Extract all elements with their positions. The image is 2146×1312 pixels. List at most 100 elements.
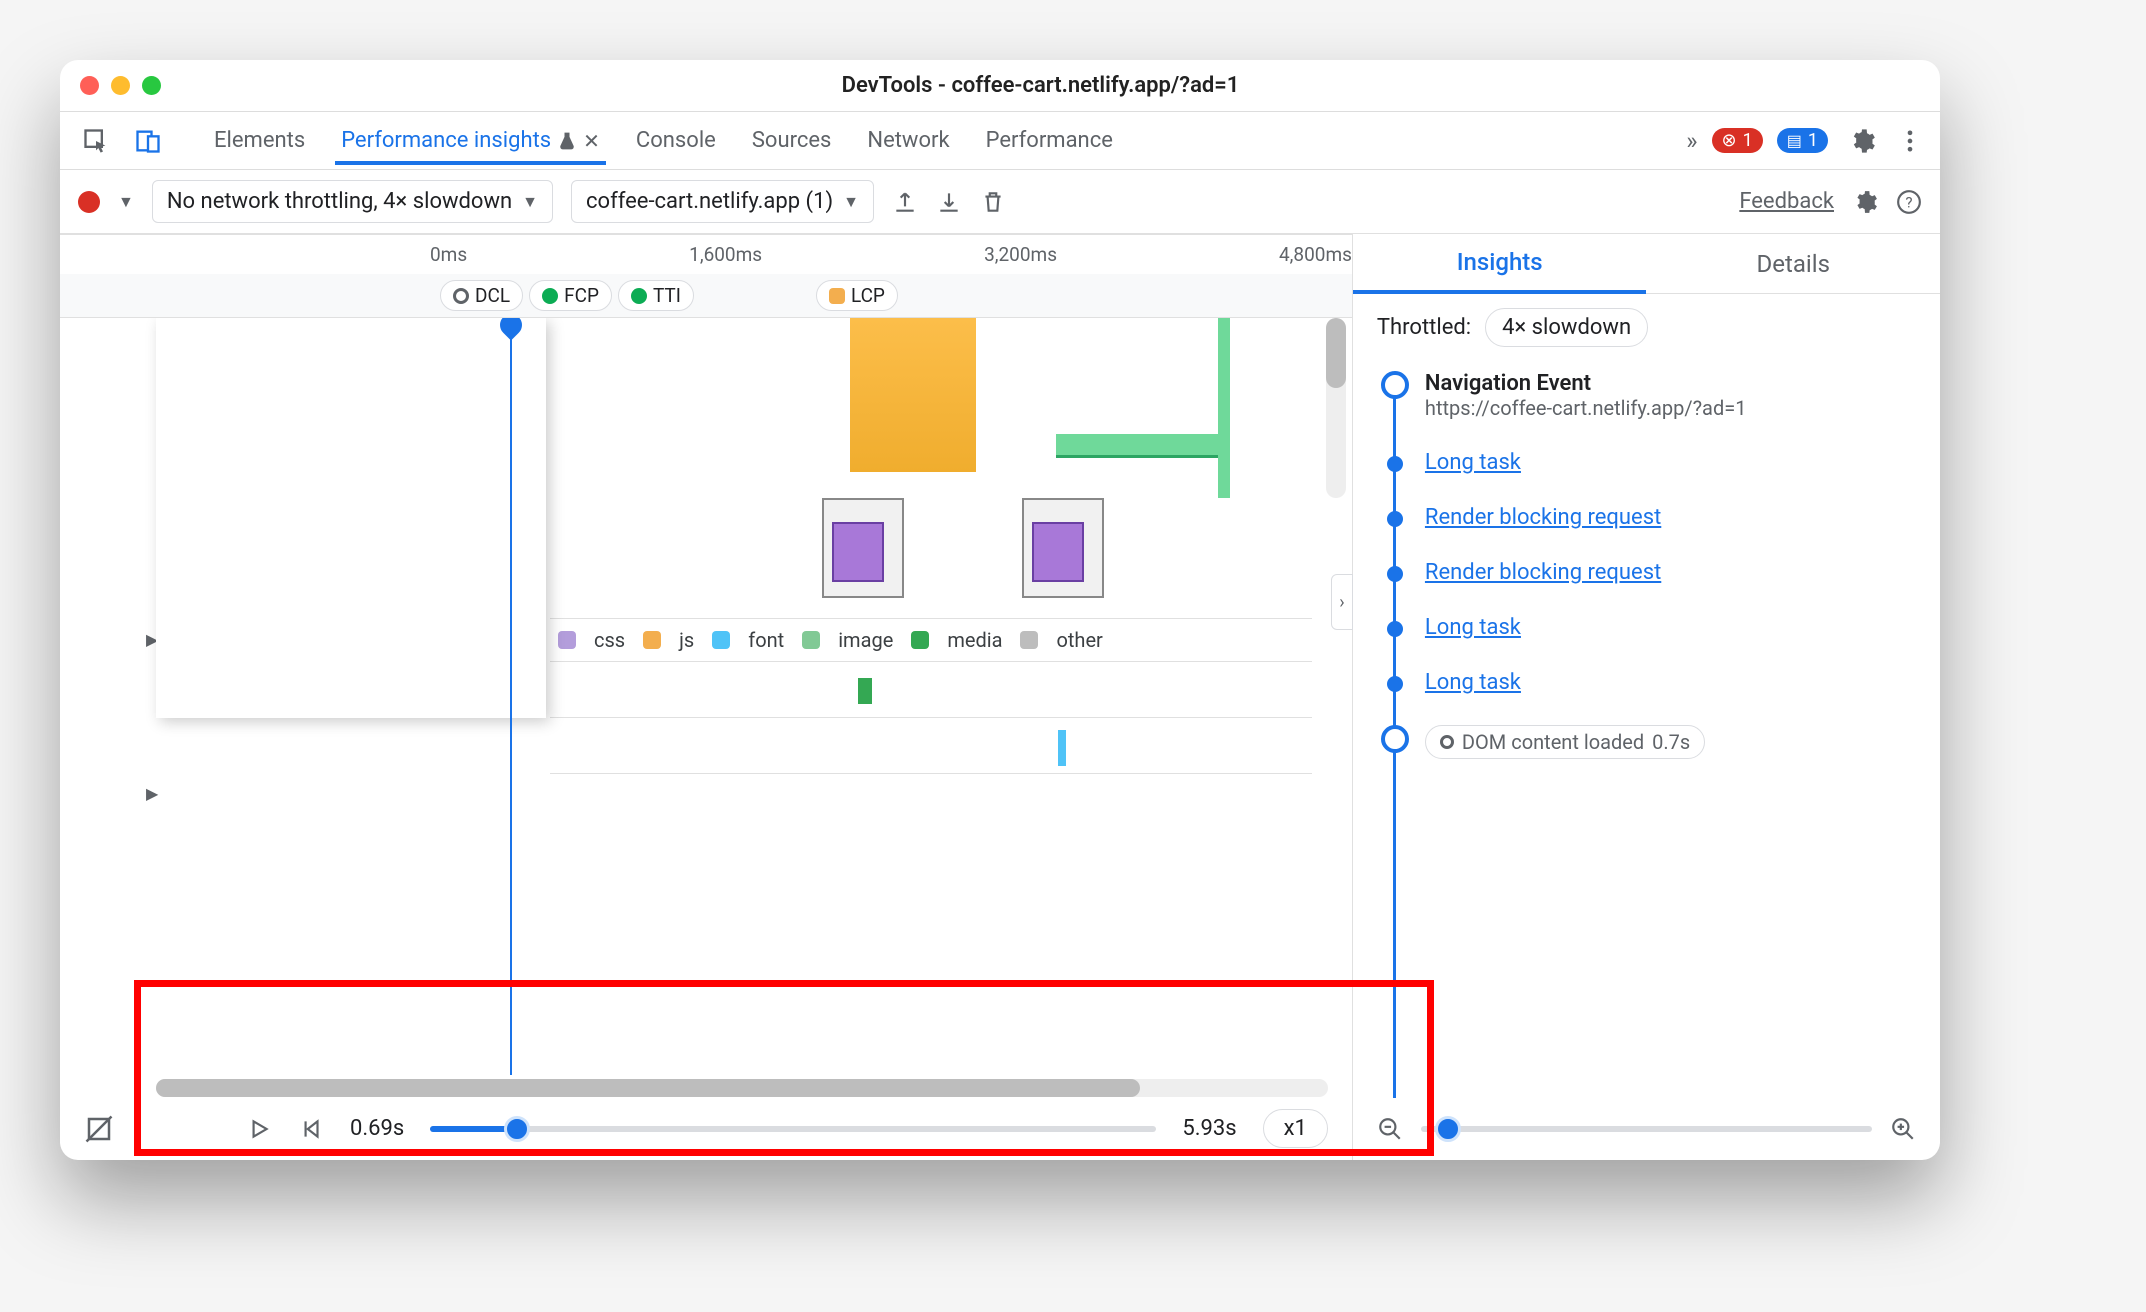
legend-label: css (594, 628, 625, 652)
zoom-controls (1353, 1098, 1940, 1160)
record-dropdown-icon[interactable]: ▼ (118, 192, 134, 212)
play-icon[interactable] (246, 1116, 272, 1142)
flask-icon (557, 131, 577, 151)
devtools-tabs: Elements Performance insights ✕ Console … (60, 112, 1940, 170)
tab-performance[interactable]: Performance (980, 116, 1119, 165)
playhead[interactable] (510, 318, 512, 1075)
font-bar[interactable] (1058, 730, 1066, 766)
device-toggle-icon[interactable] (128, 121, 168, 161)
skip-start-icon[interactable] (298, 1116, 324, 1142)
lane-row (550, 718, 1312, 774)
error-count: 1 (1743, 130, 1753, 151)
chevron-down-icon: ▼ (843, 192, 859, 212)
maximize-window-button[interactable] (142, 76, 161, 95)
timeline-lanes[interactable]: css js font image media other ▶ ▶ (60, 318, 1352, 1075)
scrollbar-thumb[interactable] (156, 1079, 1140, 1097)
insight-item[interactable]: Long task (1381, 670, 1912, 695)
import-icon[interactable] (936, 189, 962, 215)
help-icon[interactable]: ? (1896, 189, 1922, 215)
zoom-in-icon[interactable] (1890, 1116, 1916, 1142)
more-tabs-button[interactable]: » (1686, 127, 1697, 155)
insights-toolbar: ▼ No network throttling, 4× slowdown ▼ c… (60, 170, 1940, 234)
insight-link[interactable]: Long task (1425, 450, 1521, 475)
record-button[interactable] (78, 191, 100, 213)
close-window-button[interactable] (80, 76, 99, 95)
horizontal-scrollbar[interactable] (156, 1079, 1328, 1097)
insight-dcl-label: DOM content loaded (1462, 730, 1644, 754)
replay-disabled-icon[interactable] (84, 1114, 114, 1144)
playback-bar: 0.69s 5.93s x1 (60, 1097, 1352, 1160)
metric-markers: DCL FCP TTI LCP (60, 274, 1352, 318)
tab-performance-insights[interactable]: Performance insights ✕ (335, 116, 606, 165)
image-side-block[interactable] (1218, 318, 1230, 498)
vertical-scrollbar[interactable] (1326, 318, 1346, 498)
resource-legend: css js font image media other (550, 618, 1312, 662)
lcp-block[interactable] (850, 318, 976, 472)
insight-link[interactable]: Render blocking request (1425, 560, 1661, 585)
lane-row (550, 662, 1312, 718)
export-icon[interactable] (892, 189, 918, 215)
slider-thumb[interactable] (504, 1116, 530, 1142)
throttled-value[interactable]: 4× slowdown (1485, 308, 1648, 347)
playback-slider[interactable] (430, 1126, 1156, 1132)
legend-swatch (1020, 631, 1038, 649)
insight-link[interactable]: Long task (1425, 615, 1521, 640)
expand-row-icon[interactable]: ▶ (146, 784, 158, 803)
ruler-tick: 3,200ms (984, 243, 1057, 266)
insight-item[interactable]: Render blocking request (1381, 560, 1912, 585)
dcl-ring-icon (1440, 735, 1454, 749)
error-badge[interactable]: 1 (1712, 128, 1763, 153)
issues-badge[interactable]: 1 (1777, 128, 1828, 153)
window-titlebar: DevTools - coffee-cart.netlify.app/?ad=1 (60, 60, 1940, 112)
legend-swatch (712, 631, 730, 649)
kebab-menu-icon[interactable] (1896, 127, 1924, 155)
tab-sources[interactable]: Sources (746, 116, 838, 165)
marker-fcp[interactable]: FCP (529, 280, 612, 311)
zoom-out-icon[interactable] (1377, 1116, 1403, 1142)
marker-lcp[interactable]: LCP (816, 280, 898, 311)
throttle-select-label: No network throttling, 4× slowdown (167, 189, 512, 214)
throttle-select[interactable]: No network throttling, 4× slowdown ▼ (152, 180, 553, 223)
tab-network[interactable]: Network (861, 116, 955, 165)
insight-title: Navigation Event (1425, 371, 1912, 396)
page-select-label: coffee-cart.netlify.app (1) (586, 189, 833, 214)
insight-link[interactable]: Render blocking request (1425, 505, 1661, 530)
insight-item[interactable]: Long task (1381, 615, 1912, 640)
image-block[interactable] (1056, 434, 1226, 458)
insight-navigation[interactable]: Navigation Event https://coffee-cart.net… (1381, 371, 1912, 420)
insight-link[interactable]: Long task (1425, 670, 1521, 695)
throttled-label: Throttled: (1377, 315, 1471, 340)
insight-item[interactable]: Long task (1381, 450, 1912, 475)
page-select[interactable]: coffee-cart.netlify.app (1) ▼ (571, 180, 874, 223)
panel-settings-icon[interactable] (1852, 189, 1878, 215)
inspect-element-icon[interactable] (76, 121, 116, 161)
tab-insights[interactable]: Insights (1353, 234, 1647, 294)
slider-thumb[interactable] (1435, 1116, 1461, 1142)
delete-icon[interactable] (980, 189, 1006, 215)
marker-tti[interactable]: TTI (618, 280, 694, 311)
screenshot-thumb[interactable] (822, 498, 904, 598)
playback-speed[interactable]: x1 (1263, 1109, 1328, 1148)
window-title: DevTools - coffee-cart.netlify.app/?ad=1 (161, 73, 1920, 98)
close-tab-icon[interactable]: ✕ (583, 129, 600, 153)
screenshot-thumb[interactable] (1022, 498, 1104, 598)
insight-dcl[interactable]: DOM content loaded 0.7s (1381, 725, 1912, 759)
tab-details[interactable]: Details (1646, 236, 1940, 292)
timeline-area: 0ms 1,600ms 3,200ms 4,800ms DCL FCP TTI … (60, 234, 1352, 1160)
insights-sidepanel: › Insights Details Throttled: 4× slowdow… (1352, 234, 1940, 1160)
media-bar[interactable] (858, 678, 872, 704)
tooltip-overlay (156, 318, 546, 718)
minimize-window-button[interactable] (111, 76, 130, 95)
collapse-panel-icon[interactable]: › (1331, 574, 1353, 630)
insight-dcl-time: 0.7s (1652, 730, 1690, 754)
zoom-slider[interactable] (1421, 1126, 1872, 1132)
feedback-link[interactable]: Feedback (1739, 189, 1834, 214)
insight-url: https://coffee-cart.netlify.app/?ad=1 (1425, 396, 1912, 420)
legend-label: js (679, 628, 694, 652)
settings-icon[interactable] (1848, 127, 1876, 155)
insight-item[interactable]: Render blocking request (1381, 505, 1912, 530)
marker-dcl[interactable]: DCL (440, 280, 523, 311)
tab-console[interactable]: Console (630, 116, 722, 165)
tab-elements[interactable]: Elements (208, 116, 311, 165)
legend-label: font (748, 628, 784, 652)
